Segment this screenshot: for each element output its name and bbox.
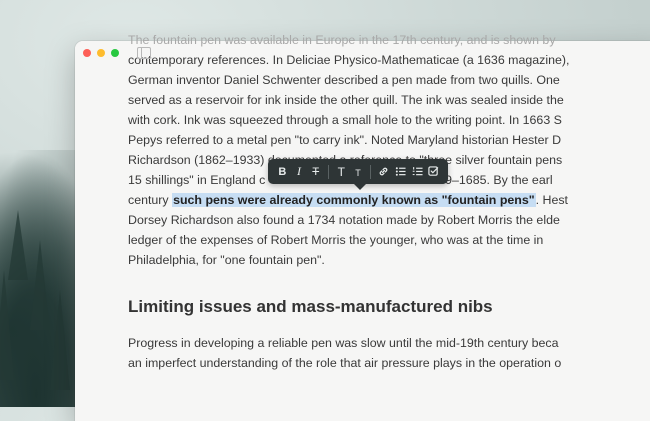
text-line: served as a reservoir for ink inside the… — [128, 93, 564, 107]
document-body[interactable]: The fountain pen was available in Europe… — [128, 30, 588, 270]
checklist-button[interactable] — [425, 159, 442, 184]
text-fragment: 15 shillings" in England c — [128, 173, 266, 187]
strikethrough-button[interactable]: T — [307, 159, 324, 184]
tree-shape — [30, 240, 50, 330]
heading2-button[interactable]: T — [350, 158, 367, 185]
minimize-button[interactable] — [97, 49, 105, 57]
paragraph: Progress in developing a reliable pen wa… — [128, 333, 588, 373]
format-toolbar: B I T T T — [268, 158, 448, 190]
tree-shape — [0, 270, 14, 380]
bullet-list-icon — [395, 167, 406, 176]
link-button[interactable] — [375, 159, 392, 184]
section-heading: Limiting issues and mass-manufactured ni… — [128, 297, 493, 316]
bold-button[interactable]: B — [274, 159, 291, 184]
numbered-list-button[interactable] — [409, 159, 426, 184]
text-line: with cork. Ink was squeezed through a sm… — [128, 113, 562, 127]
tree-shape — [50, 290, 70, 390]
heading1-button[interactable]: T — [333, 159, 350, 184]
text-line: Philadelphia, for "one fountain pen". — [128, 253, 325, 267]
text-line: German inventor Daniel Schwenter describ… — [128, 73, 560, 87]
toolbar-divider — [328, 164, 329, 179]
text-line: Dorsey Richardson also found a 1734 nota… — [128, 213, 560, 227]
link-icon — [379, 167, 388, 176]
selected-text[interactable]: such pens were already commonly known as… — [172, 193, 536, 207]
checklist-icon — [428, 166, 439, 176]
traffic-lights — [83, 49, 119, 57]
text-line: contemporary references. In Deliciae Phy… — [128, 53, 570, 67]
text-fragment: century — [128, 193, 173, 207]
italic-button[interactable]: I — [291, 159, 308, 184]
text-line: Pepys referred to a metal pen "to carry … — [128, 133, 562, 147]
zoom-button[interactable] — [111, 49, 119, 57]
text-fragment: . Hest — [535, 193, 568, 207]
text-line: century such pens were already commonly … — [128, 190, 588, 210]
text-fragment: 649–1685. By the earl — [431, 173, 553, 187]
toolbar-divider — [370, 164, 372, 179]
text-line: ledger of the expenses of Robert Morris … — [128, 233, 544, 247]
text-line: The fountain pen was available in Europe… — [128, 33, 556, 47]
numbered-list-icon — [412, 167, 423, 176]
text-line: an imperfect understanding of the role t… — [128, 356, 562, 370]
sidebar-toggle-icon[interactable] — [137, 47, 151, 59]
bullet-list-button[interactable] — [392, 159, 409, 184]
close-button[interactable] — [83, 49, 91, 57]
text-line: Progress in developing a reliable pen wa… — [128, 336, 559, 350]
